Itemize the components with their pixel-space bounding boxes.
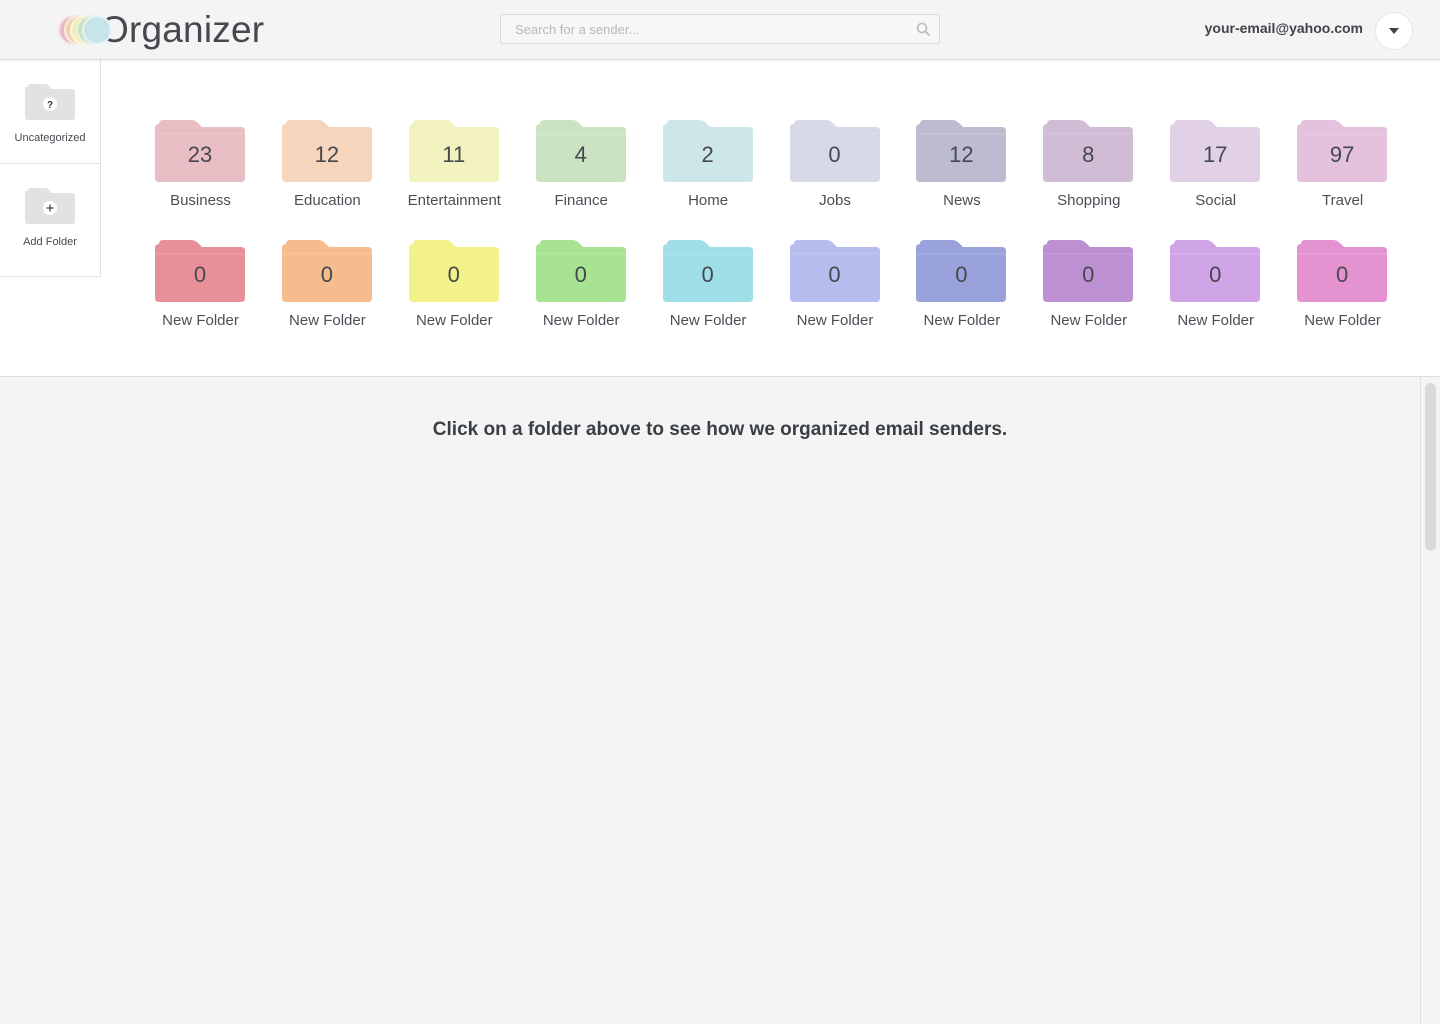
folder-count: 17 — [1202, 142, 1228, 167]
folder-new-folder[interactable]: 0 New Folder — [517, 238, 644, 348]
folder-label: Home — [688, 192, 729, 209]
empty-state-hint: Click on a folder above to see how we or… — [432, 419, 1008, 440]
folder-count: 8 — [1082, 142, 1095, 167]
folder-education[interactable]: 12 Education — [263, 118, 390, 228]
folder-new-folder[interactable]: 0 New Folder — [390, 238, 517, 348]
folder-jobs[interactable]: 0 Jobs — [771, 118, 898, 228]
folder-travel[interactable]: 97 Travel — [1278, 118, 1405, 228]
folder-label: Finance — [554, 192, 608, 209]
folder-label: Entertainment — [407, 192, 501, 209]
folder-count: 0 — [1209, 262, 1222, 287]
folder-label: New Folder — [1177, 312, 1255, 329]
folder-count: 97 — [1329, 142, 1355, 167]
folder-label: New Folder — [1050, 312, 1128, 329]
folder-label: New Folder — [289, 312, 366, 329]
folder-count: 0 — [828, 262, 841, 287]
user-email: your-email@yahoo.com — [1204, 20, 1363, 36]
app-title: Organizer — [100, 9, 265, 50]
user-menu-button[interactable] — [1375, 12, 1413, 50]
uncategorized-folder[interactable]: ? Uncategorized — [0, 60, 100, 164]
add-folder-icon — [25, 188, 75, 224]
folder-panel: ? Uncategorized Add Folder 23 Business 12 E… — [0, 60, 1440, 377]
folder-new-folder[interactable]: 0 New Folder — [1278, 238, 1405, 348]
sidebar-item-label: Uncategorized — [14, 132, 86, 144]
search-icon[interactable] — [915, 21, 931, 37]
folder-count: 0 — [955, 262, 968, 287]
add-folder-button[interactable]: Add Folder — [0, 164, 100, 267]
scrollbar[interactable] — [1421, 377, 1440, 1024]
folder-count: 0 — [828, 142, 841, 167]
folder-count: 0 — [320, 262, 334, 287]
folder-label: New Folder — [1304, 312, 1381, 329]
folder-label: Social — [1195, 192, 1237, 209]
folder-count: 0 — [701, 262, 714, 287]
folder-business[interactable]: 23 Business — [136, 118, 263, 228]
svg-text:?: ? — [47, 100, 53, 111]
folder-count: 0 — [574, 262, 587, 287]
folder-news[interactable]: 12 News — [897, 118, 1024, 228]
folder-count: 11 — [442, 142, 466, 167]
folder-new-folder[interactable]: 0 New Folder — [897, 238, 1024, 348]
folder-new-folder[interactable]: 0 New Folder — [1151, 238, 1278, 348]
folder-count: 12 — [314, 142, 340, 167]
folder-count: 23 — [187, 142, 213, 167]
search-input[interactable] — [501, 15, 905, 43]
folder-label: Jobs — [819, 192, 851, 209]
folder-count: 0 — [1082, 262, 1095, 287]
folder-new-folder[interactable]: 0 New Folder — [644, 238, 771, 348]
search-box — [500, 14, 940, 44]
folder-new-folder[interactable]: 0 New Folder — [136, 238, 263, 348]
folder-social[interactable]: 17 Social — [1151, 118, 1278, 228]
folder-label: Business — [170, 192, 231, 209]
sidebar: ? Uncategorized Add Folder — [0, 60, 101, 277]
folder-label: New Folder — [669, 312, 747, 329]
folder-count: 0 — [193, 262, 207, 287]
question-folder-icon: ? — [25, 84, 75, 120]
folder-count: 2 — [701, 142, 714, 167]
folder-label: News — [943, 192, 981, 209]
app-header: Organizer your-email@yahoo.com — [0, 0, 1440, 60]
sender-list-area: Click on a folder above to see how we or… — [0, 377, 1421, 1024]
app-logo[interactable]: Organizer — [58, 10, 264, 50]
folder-count: 4 — [574, 142, 587, 167]
folder-count: 0 — [447, 262, 460, 287]
folder-label: New Folder — [415, 312, 493, 329]
folder-label: New Folder — [796, 312, 874, 329]
logo-rings-icon — [58, 13, 112, 47]
folder-label: Travel — [1322, 192, 1364, 209]
folder-new-folder[interactable]: 0 New Folder — [771, 238, 898, 348]
sidebar-item-label: Add Folder — [23, 236, 77, 248]
scrollbar-thumb[interactable] — [1425, 383, 1436, 551]
folder-new-folder[interactable]: 0 New Folder — [263, 238, 390, 348]
folder-new-folder[interactable]: 0 New Folder — [1024, 238, 1151, 348]
folder-finance[interactable]: 4 Finance — [517, 118, 644, 228]
folder-label: Shopping — [1057, 192, 1121, 209]
caret-down-icon — [1389, 28, 1399, 34]
folder-shopping[interactable]: 8 Shopping — [1024, 118, 1151, 228]
folder-count: 12 — [949, 142, 974, 167]
folder-count: 0 — [1335, 262, 1349, 287]
folder-label: New Folder — [162, 312, 239, 329]
folder-label: Education — [294, 192, 361, 209]
folder-home[interactable]: 2 Home — [644, 118, 771, 228]
folder-label: New Folder — [923, 312, 1001, 329]
logo-ring — [82, 15, 112, 45]
folder-label: New Folder — [542, 312, 620, 329]
folder-entertainment[interactable]: 11 Entertainment — [390, 118, 517, 228]
